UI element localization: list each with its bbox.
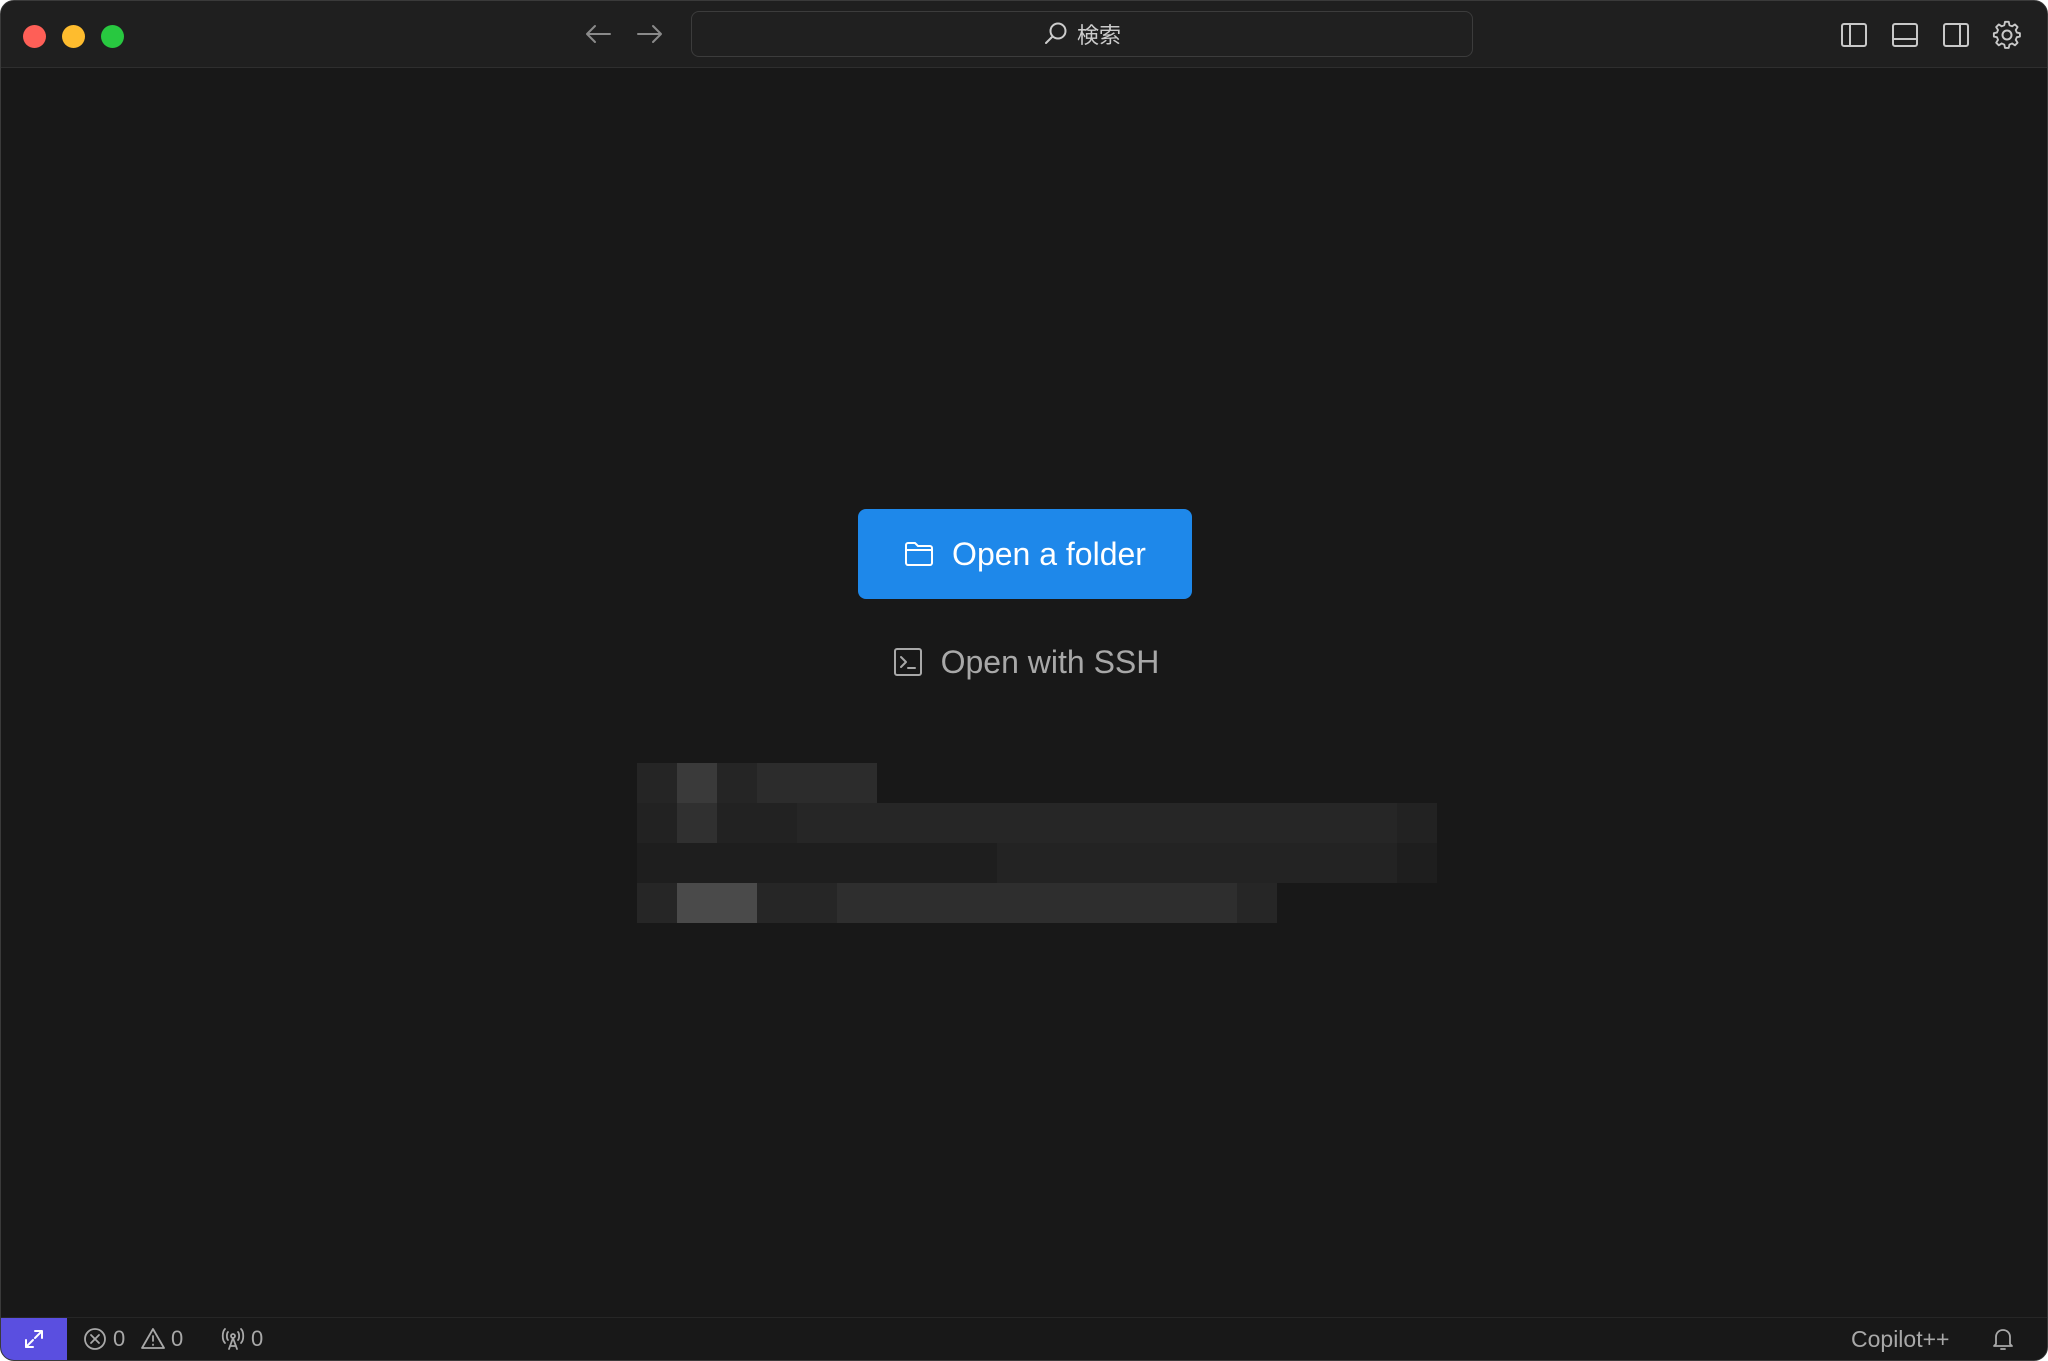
settings-button[interactable] [1991, 19, 2023, 51]
open-folder-label: Open a folder [952, 535, 1146, 572]
status-bar: 0 0 0 Copilot++ [1, 1317, 2047, 1360]
ports-count: 0 [251, 1326, 264, 1351]
toggle-primary-sidebar-icon [1841, 23, 1867, 47]
minimize-window-button[interactable] [62, 25, 85, 48]
remote-window-button[interactable] [1, 1318, 67, 1360]
redacted-block [997, 843, 1397, 883]
redacted-block [797, 803, 1397, 843]
open-with-ssh-label: Open with SSH [940, 643, 1160, 680]
open-folder-button[interactable]: Open a folder [858, 509, 1192, 599]
toggle-secondary-sidebar-button[interactable] [1940, 19, 1972, 51]
copilot-status[interactable]: Copilot++ [1851, 1318, 1949, 1360]
notifications-button[interactable] [1991, 1318, 2015, 1360]
toggle-secondary-sidebar-icon [1943, 23, 1969, 47]
folder-icon [905, 542, 934, 566]
warnings-count: 0 [171, 1326, 184, 1351]
terminal-icon [893, 648, 922, 676]
error-icon [84, 1328, 106, 1350]
command-center-search[interactable]: 検索 [691, 11, 1473, 57]
search-icon [1044, 22, 1067, 44]
bell-icon [1993, 1329, 2013, 1350]
errors-count: 0 [113, 1326, 126, 1351]
go-forward-button[interactable] [633, 19, 667, 49]
app-window: 検索 Open a folder Open with SSH 0 0 0 Cop… [0, 0, 2048, 1361]
redacted-block [757, 763, 877, 803]
warning-icon [141, 1328, 165, 1349]
toggle-panel-icon [1892, 23, 1918, 47]
redacted-block [677, 763, 717, 803]
errors-indicator[interactable]: 0 [83, 1318, 125, 1360]
toggle-primary-sidebar-button[interactable] [1838, 19, 1870, 51]
search-label: 検索 [1076, 24, 1121, 49]
gear-icon [1992, 20, 2021, 49]
open-with-ssh-button[interactable]: Open with SSH [881, 637, 1171, 687]
zoom-window-button[interactable] [101, 25, 124, 48]
ports-indicator[interactable]: 0 [221, 1318, 263, 1360]
redacted-block [837, 883, 1237, 923]
warnings-indicator[interactable]: 0 [141, 1318, 183, 1360]
go-back-button[interactable] [581, 19, 615, 49]
toggle-panel-button[interactable] [1889, 19, 1921, 51]
arrow-right-icon [637, 25, 662, 43]
arrow-left-icon [586, 25, 611, 43]
close-window-button[interactable] [23, 25, 46, 48]
remote-icon [25, 1330, 43, 1348]
redacted-recent-projects [637, 763, 1437, 925]
title-bar: 検索 [1, 1, 2047, 68]
broadcast-icon [221, 1328, 245, 1350]
redacted-block [677, 883, 757, 923]
copilot-label: Copilot++ [1851, 1325, 1950, 1352]
